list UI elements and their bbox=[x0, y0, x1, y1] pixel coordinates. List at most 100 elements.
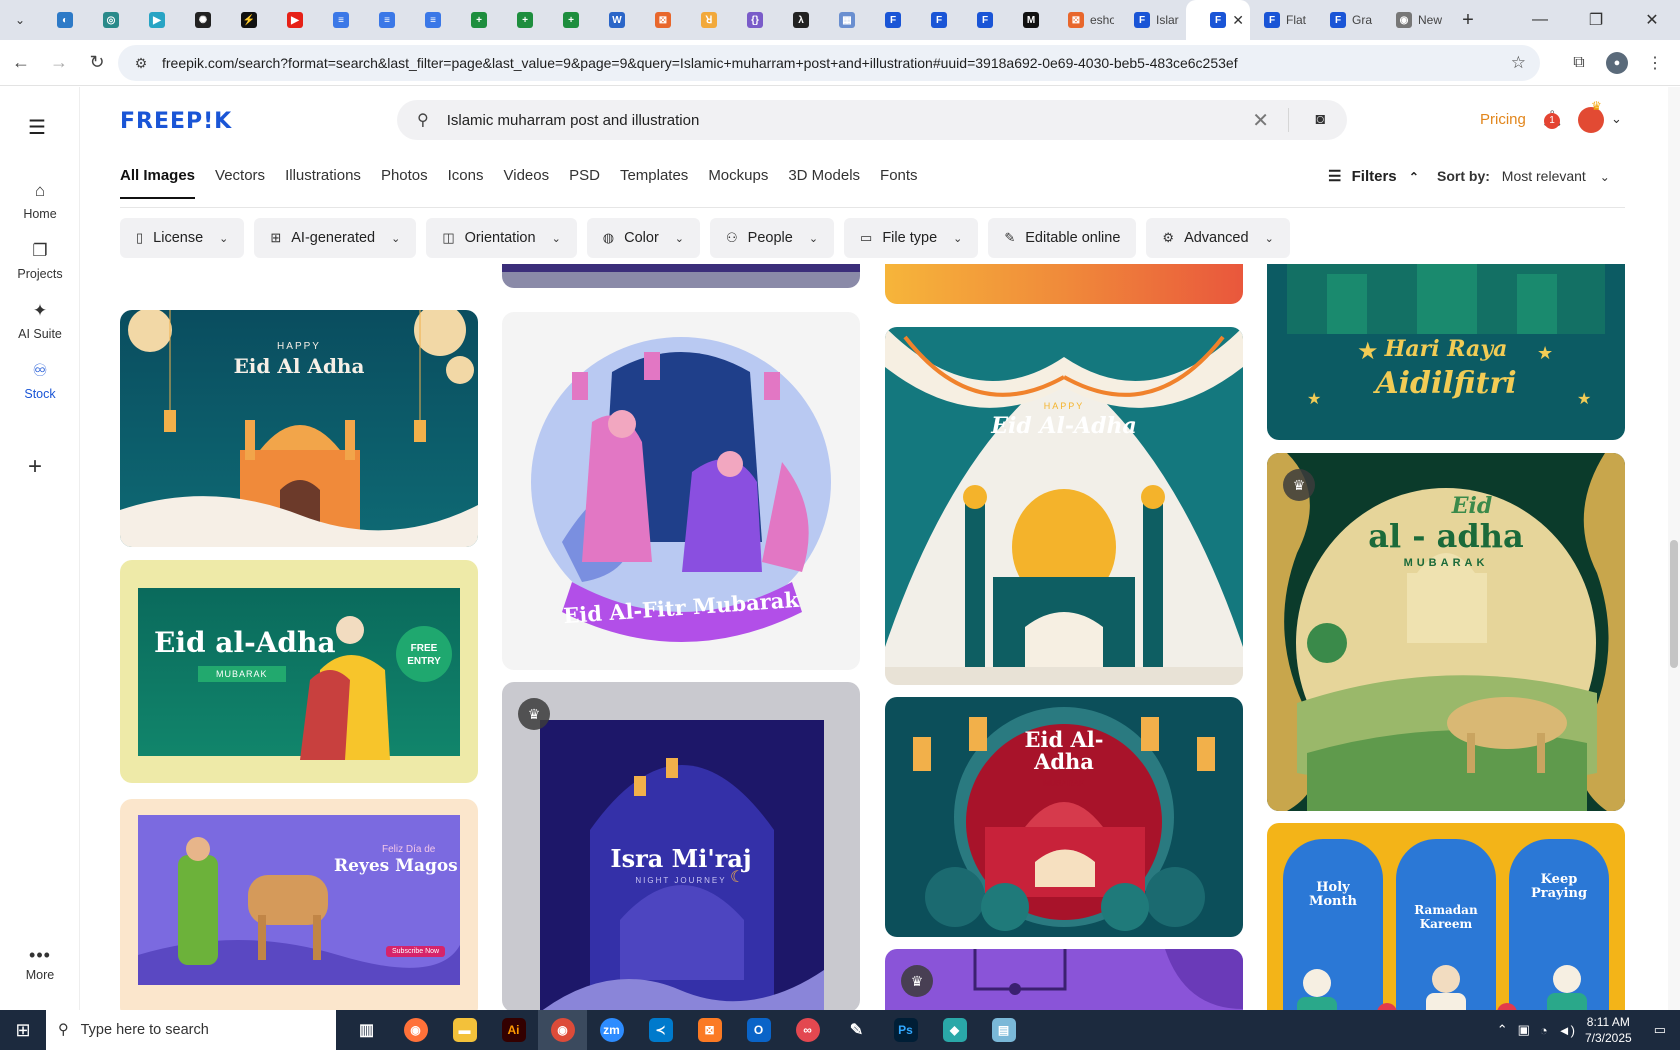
file-explorer-icon[interactable]: ▬ bbox=[440, 1010, 489, 1050]
tab-14[interactable]: ⊠ bbox=[640, 0, 686, 40]
tab-4[interactable]: ✺ bbox=[180, 0, 226, 40]
back-button[interactable]: ← bbox=[4, 46, 38, 80]
tab-11[interactable]: + bbox=[502, 0, 548, 40]
filter-people[interactable]: ⚇ People ⌄ bbox=[710, 218, 835, 258]
sort-dropdown[interactable]: Sort by: Most relevant ⌄ bbox=[1437, 168, 1610, 184]
result-card[interactable]: ★ ★ ★ ★ Hari Raya Aidilfitri bbox=[1267, 264, 1625, 440]
tab-22[interactable]: M bbox=[1008, 0, 1054, 40]
forward-button[interactable]: → bbox=[42, 46, 76, 80]
tab-templates[interactable]: Templates bbox=[620, 167, 688, 199]
tab-flat[interactable]: F Flat bbox=[1250, 0, 1316, 40]
filters-toggle[interactable]: ☰ Filters ⌃ bbox=[1328, 167, 1419, 185]
taskbar-search[interactable]: ⚲ Type here to search bbox=[46, 1010, 336, 1050]
freepik-logo[interactable]: FREEP!K bbox=[120, 109, 232, 134]
result-card[interactable]: Eid Al-Adha MUBARAK bbox=[885, 697, 1243, 937]
camera-search-icon[interactable]: ◙ bbox=[1315, 111, 1325, 129]
pricing-link[interactable]: Pricing bbox=[1480, 111, 1526, 128]
filter-advanced[interactable]: ⚙ Advanced ⌄ bbox=[1146, 218, 1290, 258]
wifi-icon[interactable]: ◔ bbox=[1540, 1023, 1548, 1038]
chrome-icon[interactable]: ◉ bbox=[538, 1010, 587, 1050]
result-card[interactable]: ☾ ♛ Isra Mi'raj NIGHT JOURNEY bbox=[502, 682, 860, 1010]
tab-6[interactable]: ▶ bbox=[272, 0, 318, 40]
search-input[interactable] bbox=[446, 111, 1227, 129]
tab-1[interactable]: ◐ bbox=[42, 0, 88, 40]
tab-8[interactable]: ≡ bbox=[364, 0, 410, 40]
rail-item-home[interactable]: ⌂ Home bbox=[0, 181, 80, 221]
tab-17[interactable]: λ bbox=[778, 0, 824, 40]
result-card[interactable]: Feliz Día de Reyes Magos Subscribe Now bbox=[120, 799, 478, 1010]
result-card[interactable]: ♛ bbox=[885, 949, 1243, 1010]
maximize-button[interactable]: ❐ bbox=[1568, 0, 1624, 40]
tab-mockups[interactable]: Mockups bbox=[708, 167, 768, 199]
tray-chevron-up-icon[interactable]: ⌃ bbox=[1497, 1022, 1508, 1038]
tab-3d-models[interactable]: 3D Models bbox=[788, 167, 860, 199]
filter-color[interactable]: ◍ Color ⌄ bbox=[586, 218, 700, 258]
tab-18[interactable]: ▦ bbox=[824, 0, 870, 40]
task-view-icon[interactable]: ▥ bbox=[342, 1010, 391, 1050]
new-tab-button[interactable]: + bbox=[1452, 4, 1484, 36]
result-card[interactable]: ♛ Eid al - adha MUBARAK bbox=[1267, 453, 1625, 811]
illustrator-icon[interactable]: Ai bbox=[489, 1010, 538, 1050]
user-avatar[interactable]: ♛ bbox=[1578, 99, 1604, 133]
tab-gra[interactable]: F Gra bbox=[1316, 0, 1382, 40]
filter-orientation[interactable]: ◫ Orientation ⌄ bbox=[426, 218, 577, 258]
taskbar-clock[interactable]: 8:11 AM 7/3/2025 bbox=[1585, 1014, 1632, 1046]
network-icon[interactable]: ▣ bbox=[1518, 1022, 1530, 1038]
site-settings-icon[interactable]: ⚙ bbox=[126, 55, 156, 72]
tab-20[interactable]: F bbox=[916, 0, 962, 40]
notifications[interactable]: 🔔︎ 1 bbox=[1542, 109, 1564, 131]
result-card[interactable]: HAPPY Eid Al-Adha bbox=[885, 327, 1243, 685]
tab-13[interactable]: W bbox=[594, 0, 640, 40]
vscode-icon[interactable]: ≺ bbox=[636, 1010, 685, 1050]
filter-editable-online[interactable]: ✎ Editable online bbox=[988, 218, 1137, 258]
tab-5[interactable]: ⚡ bbox=[226, 0, 272, 40]
zoom-icon[interactable]: zm bbox=[587, 1010, 636, 1050]
result-card[interactable]: Eid Al-Fitr Mubarak bbox=[502, 312, 860, 670]
filter-ai-generated[interactable]: ⊞ AI-generated ⌄ bbox=[254, 218, 417, 258]
clear-search-icon[interactable]: ✕ bbox=[1252, 108, 1269, 133]
tab-16[interactable]: {} bbox=[732, 0, 778, 40]
tab-active[interactable]: F ✕ bbox=[1186, 0, 1250, 40]
tab-3[interactable]: ▶ bbox=[134, 0, 180, 40]
volume-icon[interactable]: ◄) bbox=[1558, 1023, 1575, 1038]
app-notes-icon[interactable]: ▤ bbox=[979, 1010, 1028, 1050]
tab-new[interactable]: ◉ New bbox=[1382, 0, 1448, 40]
result-card[interactable]: HAPPY Eid Al Adha bbox=[120, 310, 478, 547]
tab-photos[interactable]: Photos bbox=[381, 167, 428, 199]
tab-illustrations[interactable]: Illustrations bbox=[285, 167, 361, 199]
close-tab-icon[interactable]: ✕ bbox=[1232, 12, 1244, 29]
pen-tool-icon[interactable]: ✎ bbox=[832, 1010, 881, 1050]
hamburger-menu-icon[interactable]: ☰ bbox=[28, 115, 46, 140]
photoshop-icon[interactable]: Ps bbox=[881, 1010, 930, 1050]
xampp-icon[interactable]: ⊠ bbox=[685, 1010, 734, 1050]
tab-9[interactable]: ≡ bbox=[410, 0, 456, 40]
tab-10[interactable]: + bbox=[456, 0, 502, 40]
close-window-button[interactable]: ✕ bbox=[1624, 0, 1680, 40]
chevron-down-icon[interactable]: ⌄ bbox=[1611, 111, 1622, 127]
tab-19[interactable]: F bbox=[870, 0, 916, 40]
tab-fonts[interactable]: Fonts bbox=[880, 167, 918, 199]
tab-15[interactable]: ꓤ bbox=[686, 0, 732, 40]
tab-12[interactable]: + bbox=[548, 0, 594, 40]
menu-kebab-icon[interactable]: ⋮ bbox=[1638, 46, 1672, 80]
tab-2[interactable]: ◎ bbox=[88, 0, 134, 40]
minimize-button[interactable]: — bbox=[1512, 0, 1568, 40]
app-gem-icon[interactable]: ◆ bbox=[930, 1010, 979, 1050]
creative-cloud-icon[interactable]: ∞ bbox=[783, 1010, 832, 1050]
tab-icons[interactable]: Icons bbox=[448, 167, 484, 199]
result-card[interactable] bbox=[885, 264, 1243, 304]
firefox-icon[interactable]: ◉ bbox=[391, 1010, 440, 1050]
tab-search-button[interactable]: ⌄ bbox=[6, 6, 34, 34]
page-scrollbar[interactable] bbox=[1668, 87, 1680, 1010]
tab-vectors[interactable]: Vectors bbox=[215, 167, 265, 199]
profile-avatar[interactable]: ● bbox=[1606, 52, 1628, 74]
bookmark-star-icon[interactable]: ☆ bbox=[1511, 53, 1526, 73]
result-card[interactable]: Holy Month Ramadan Kareem Keep Praying bbox=[1267, 823, 1625, 1010]
filter-license[interactable]: ▯ License ⌄ bbox=[120, 218, 245, 258]
windows-start-icon[interactable]: ⊞ bbox=[0, 1010, 46, 1050]
tab-eshop[interactable]: ⊠ esho bbox=[1054, 0, 1120, 40]
tab-islamic[interactable]: F Islar bbox=[1120, 0, 1186, 40]
result-card[interactable] bbox=[502, 264, 860, 288]
reload-button[interactable]: ↻ bbox=[80, 46, 114, 80]
tab-all-images[interactable]: All Images bbox=[120, 167, 196, 199]
